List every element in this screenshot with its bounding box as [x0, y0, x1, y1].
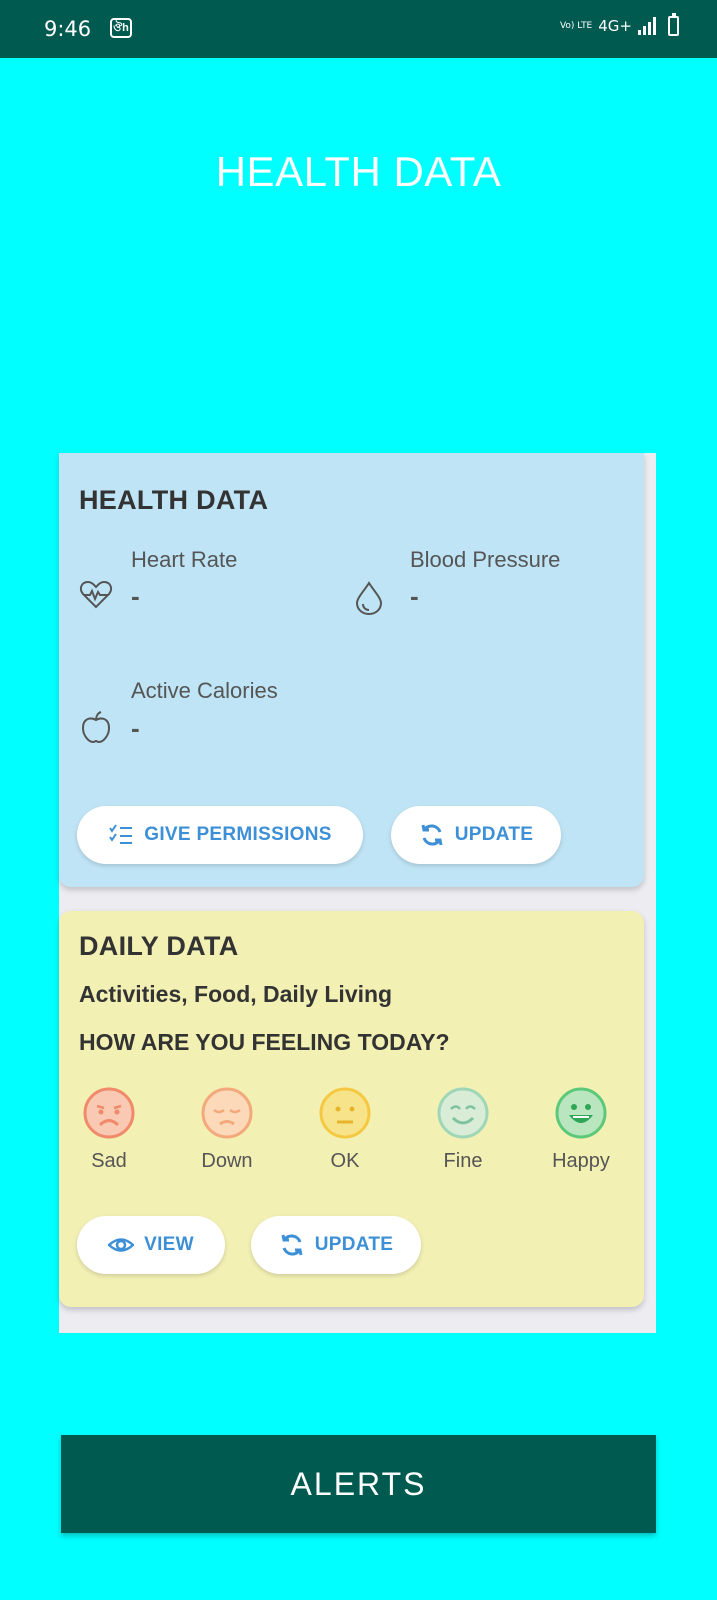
refresh-icon	[421, 824, 443, 846]
mood-fine[interactable]: Fine	[423, 1086, 503, 1173]
active-calories-value: -	[131, 713, 140, 743]
heart-rate-value: -	[131, 581, 140, 611]
heart-rate-icon	[79, 580, 113, 609]
status-time: 9:46	[44, 17, 92, 41]
daily-update-label: UPDATE	[314, 1234, 394, 1255]
cards-panel: HEALTH DATA Heart Rate - Blood Pressure …	[59, 453, 656, 1333]
mood-label: Sad	[91, 1150, 127, 1172]
mood-happy[interactable]: Happy	[541, 1086, 621, 1173]
mood-label: Fine	[443, 1150, 483, 1172]
daily-update-button[interactable]: UPDATE	[251, 1216, 421, 1274]
active-calories-label: Active Calories	[131, 678, 278, 703]
page-title: HEALTH DATA	[215, 148, 502, 195]
mood-label: OK	[330, 1150, 360, 1172]
mood-ok[interactable]: OK	[305, 1086, 385, 1173]
daily-card-title: DAILY DATA	[79, 931, 239, 961]
apple-icon	[81, 711, 111, 744]
refresh-icon	[281, 1234, 303, 1256]
give-permissions-button[interactable]: GIVE PERMISSIONS	[77, 806, 363, 864]
view-button[interactable]: VIEW	[77, 1216, 225, 1274]
heart-rate-label: Heart Rate	[131, 547, 238, 572]
battery-icon	[668, 13, 679, 36]
network-type: 4G+	[598, 17, 632, 35]
feeling-question: HOW ARE YOU FEELING TODAY?	[79, 1029, 450, 1055]
health-card-title: HEALTH DATA	[79, 485, 269, 515]
give-permissions-label: GIVE PERMISSIONS	[144, 824, 332, 845]
checklist-icon	[109, 824, 133, 844]
app-notification-icon: ঔh	[110, 18, 132, 38]
view-label: VIEW	[144, 1234, 194, 1255]
blood-pressure-value: -	[410, 581, 419, 611]
status-bar: 9:46 ঔh Vo) LTE 4G+	[0, 0, 717, 58]
down-face-icon	[201, 1087, 253, 1139]
status-icons: Vo) LTE 4G+	[559, 13, 679, 36]
blood-pressure-icon	[355, 581, 383, 615]
daily-data-card: DAILY DATA Activities, Food, Daily Livin…	[59, 911, 644, 1307]
mood-sad[interactable]: Sad	[69, 1086, 149, 1173]
mood-label: Down	[201, 1150, 253, 1172]
happy-face-icon	[555, 1087, 607, 1139]
mood-label: Happy	[552, 1150, 610, 1172]
eye-icon	[108, 1238, 135, 1252]
signal-icon	[638, 17, 656, 35]
health-update-button[interactable]: UPDATE	[391, 806, 561, 864]
health-update-label: UPDATE	[454, 824, 534, 845]
blood-pressure-label: Blood Pressure	[410, 547, 561, 572]
smile-face-icon	[437, 1087, 489, 1139]
alerts-button[interactable]: ALERTS	[61, 1435, 656, 1533]
neutral-face-icon	[319, 1087, 371, 1139]
health-data-card: HEALTH DATA Heart Rate - Blood Pressure …	[59, 453, 644, 887]
daily-card-subtitle: Activities, Food, Daily Living	[79, 981, 393, 1007]
sad-face-icon	[83, 1087, 135, 1139]
volte-icon: Vo) LTE	[559, 20, 593, 31]
mood-down[interactable]: Down	[187, 1086, 267, 1173]
